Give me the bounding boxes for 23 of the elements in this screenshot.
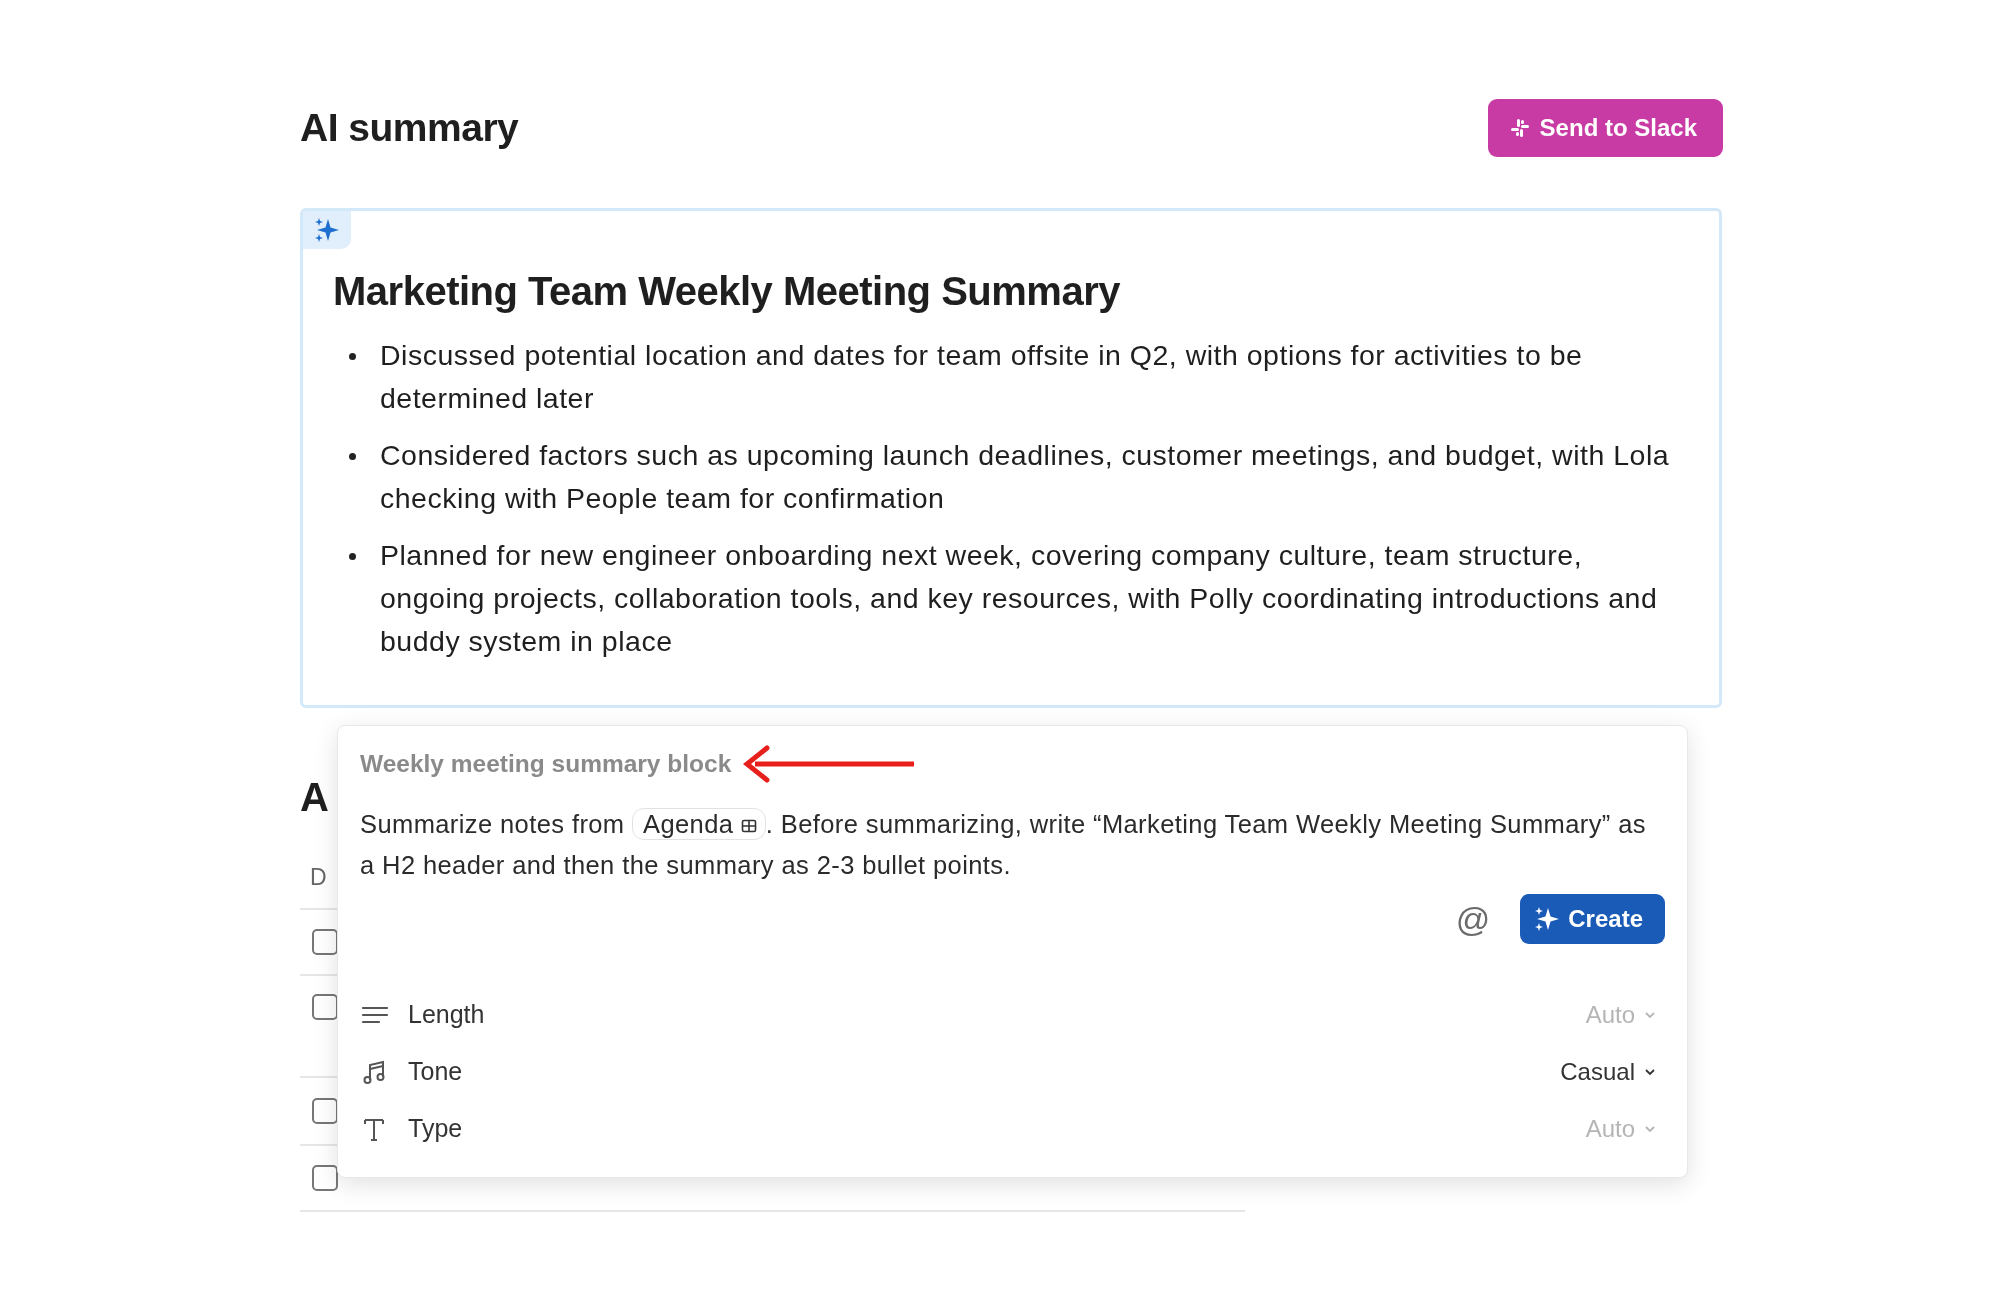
mention-chip[interactable]: Agenda xyxy=(632,808,766,840)
prompt-text: Summarize notes from Agenda . Before summarizing, write “Marketing Team Weekly Meeting Summary” as a H2 header and then the summary as 2-3 bullet points. xyxy=(360,807,1647,881)
option-label: Length xyxy=(408,1000,486,1029)
create-button[interactable]: Create xyxy=(1520,894,1665,944)
mention-button[interactable]: @ xyxy=(1455,899,1491,939)
bullet-dot xyxy=(349,553,356,560)
bullet-text: Discussed potential location and dates for team offsite in Q2, with options for activities to be determined later xyxy=(380,338,1584,416)
bullet-dot xyxy=(349,453,356,460)
sparkle-icon xyxy=(314,217,340,243)
block-label: Weekly meeting summary block xyxy=(360,750,732,778)
page-title: AI summary xyxy=(300,106,519,150)
summary-heading: Marketing Team Weekly Meeting Summary xyxy=(333,269,1121,314)
option-label: Tone xyxy=(408,1057,464,1086)
send-to-slack-button[interactable]: Send to Slack xyxy=(1487,99,1723,157)
section-heading: A xyxy=(300,776,330,818)
option-label: Type xyxy=(408,1114,464,1143)
table-icon xyxy=(740,818,757,834)
bullet-dot xyxy=(349,353,356,360)
bullet-text: Planned for new engineer onboarding next week, covering company culture, team structure, ongoing projects, collaboration tools, and key resources, with Polly coordinating introductions and buddy system in place xyxy=(380,538,1659,659)
bullet-text: Considered factors such as upcoming launch deadlines, customer meetings, and budget, with Lola checking with People team for confirmation xyxy=(380,438,1671,516)
column-header: D xyxy=(310,863,327,892)
hash-icon xyxy=(1509,118,1530,138)
option-dropdown[interactable]: Casual xyxy=(1560,1057,1665,1086)
